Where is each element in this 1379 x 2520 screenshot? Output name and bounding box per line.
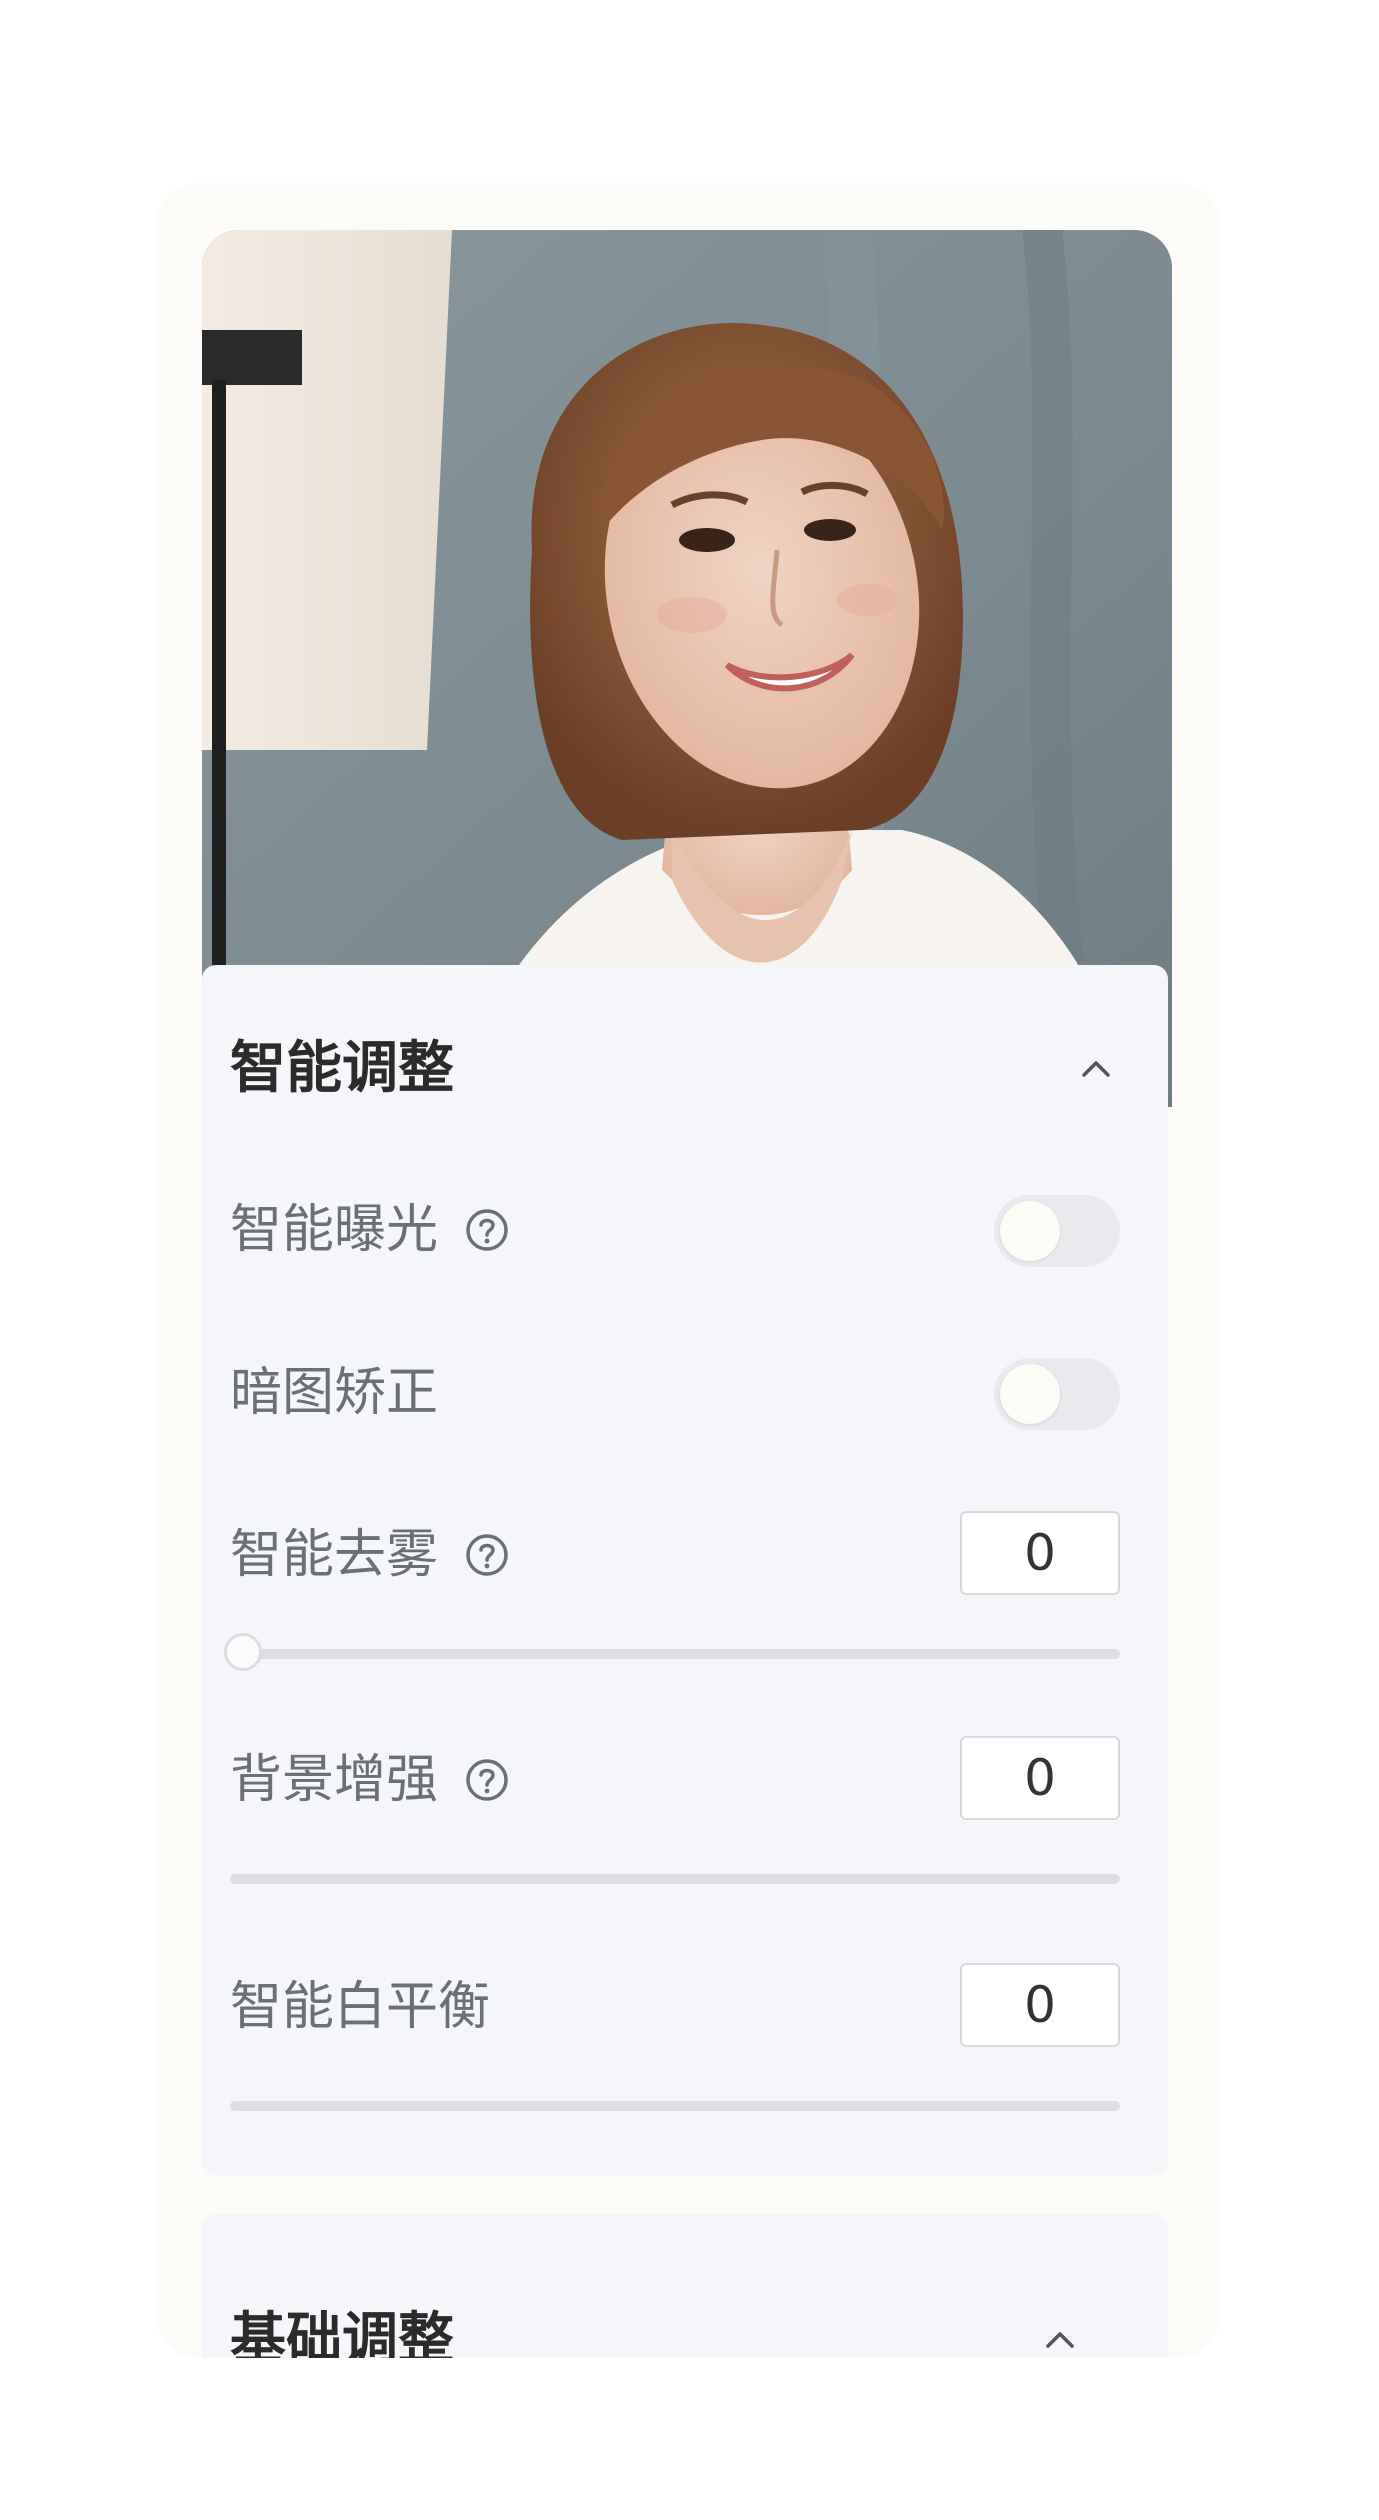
basic-adjust-panel: 基础调整: [202, 2214, 1168, 2358]
background-enhance-label: 背景增强: [230, 1750, 439, 1810]
dark-image-fix-row: 暗图矫正: [230, 1350, 1168, 1436]
toggle-knob: [1000, 1201, 1060, 1261]
smart-dehaze-slider[interactable]: [224, 1633, 1120, 1671]
chevron-up-icon[interactable]: [1076, 1049, 1116, 1089]
smart-white-balance-label: 智能白平衡: [230, 1977, 491, 2037]
smart-adjust-panel: 智能调整 智能曝光 暗图矫正 智能去雾 0 背景增强 0 智能白平衡 0: [202, 965, 1168, 2175]
dark-image-fix-label: 暗图矫正: [230, 1363, 439, 1423]
help-icon[interactable]: [464, 1207, 510, 1253]
toggle-knob: [1000, 1364, 1060, 1424]
editor-card: 智能调整 智能曝光 暗图矫正 智能去雾 0 背景增强 0 智能白平衡 0 基础调…: [155, 183, 1221, 2358]
dark-image-fix-toggle[interactable]: [994, 1358, 1120, 1430]
smart-exposure-row: 智能曝光: [230, 1187, 1168, 1273]
smart-exposure-toggle[interactable]: [994, 1195, 1120, 1267]
smart-dehaze-value-input[interactable]: 0: [960, 1511, 1120, 1595]
help-icon[interactable]: [464, 1532, 510, 1578]
smart-dehaze-label: 智能去雾: [230, 1525, 439, 1585]
section-title: 智能调整: [230, 1036, 454, 1101]
smart-white-balance-slider[interactable]: [230, 2101, 1120, 2111]
smart-white-balance-value-input[interactable]: 0: [960, 1963, 1120, 2047]
background-enhance-value-input[interactable]: 0: [960, 1736, 1120, 1820]
background-enhance-slider[interactable]: [230, 1874, 1120, 1884]
chevron-up-icon[interactable]: [1040, 2320, 1080, 2358]
smart-adjust-header[interactable]: 智能调整: [230, 1029, 1168, 1109]
background-enhance-row: 背景增强 0: [230, 1736, 1168, 1823]
slider-thumb[interactable]: [224, 1633, 262, 1671]
smart-dehaze-row: 智能去雾 0: [230, 1511, 1168, 1598]
smart-white-balance-row: 智能白平衡 0: [230, 1963, 1168, 2050]
smart-exposure-label: 智能曝光: [230, 1200, 439, 1260]
help-icon[interactable]: [464, 1757, 510, 1803]
basic-adjust-header[interactable]: 基础调整: [230, 2300, 1168, 2358]
section-title: 基础调整: [230, 2307, 454, 2358]
